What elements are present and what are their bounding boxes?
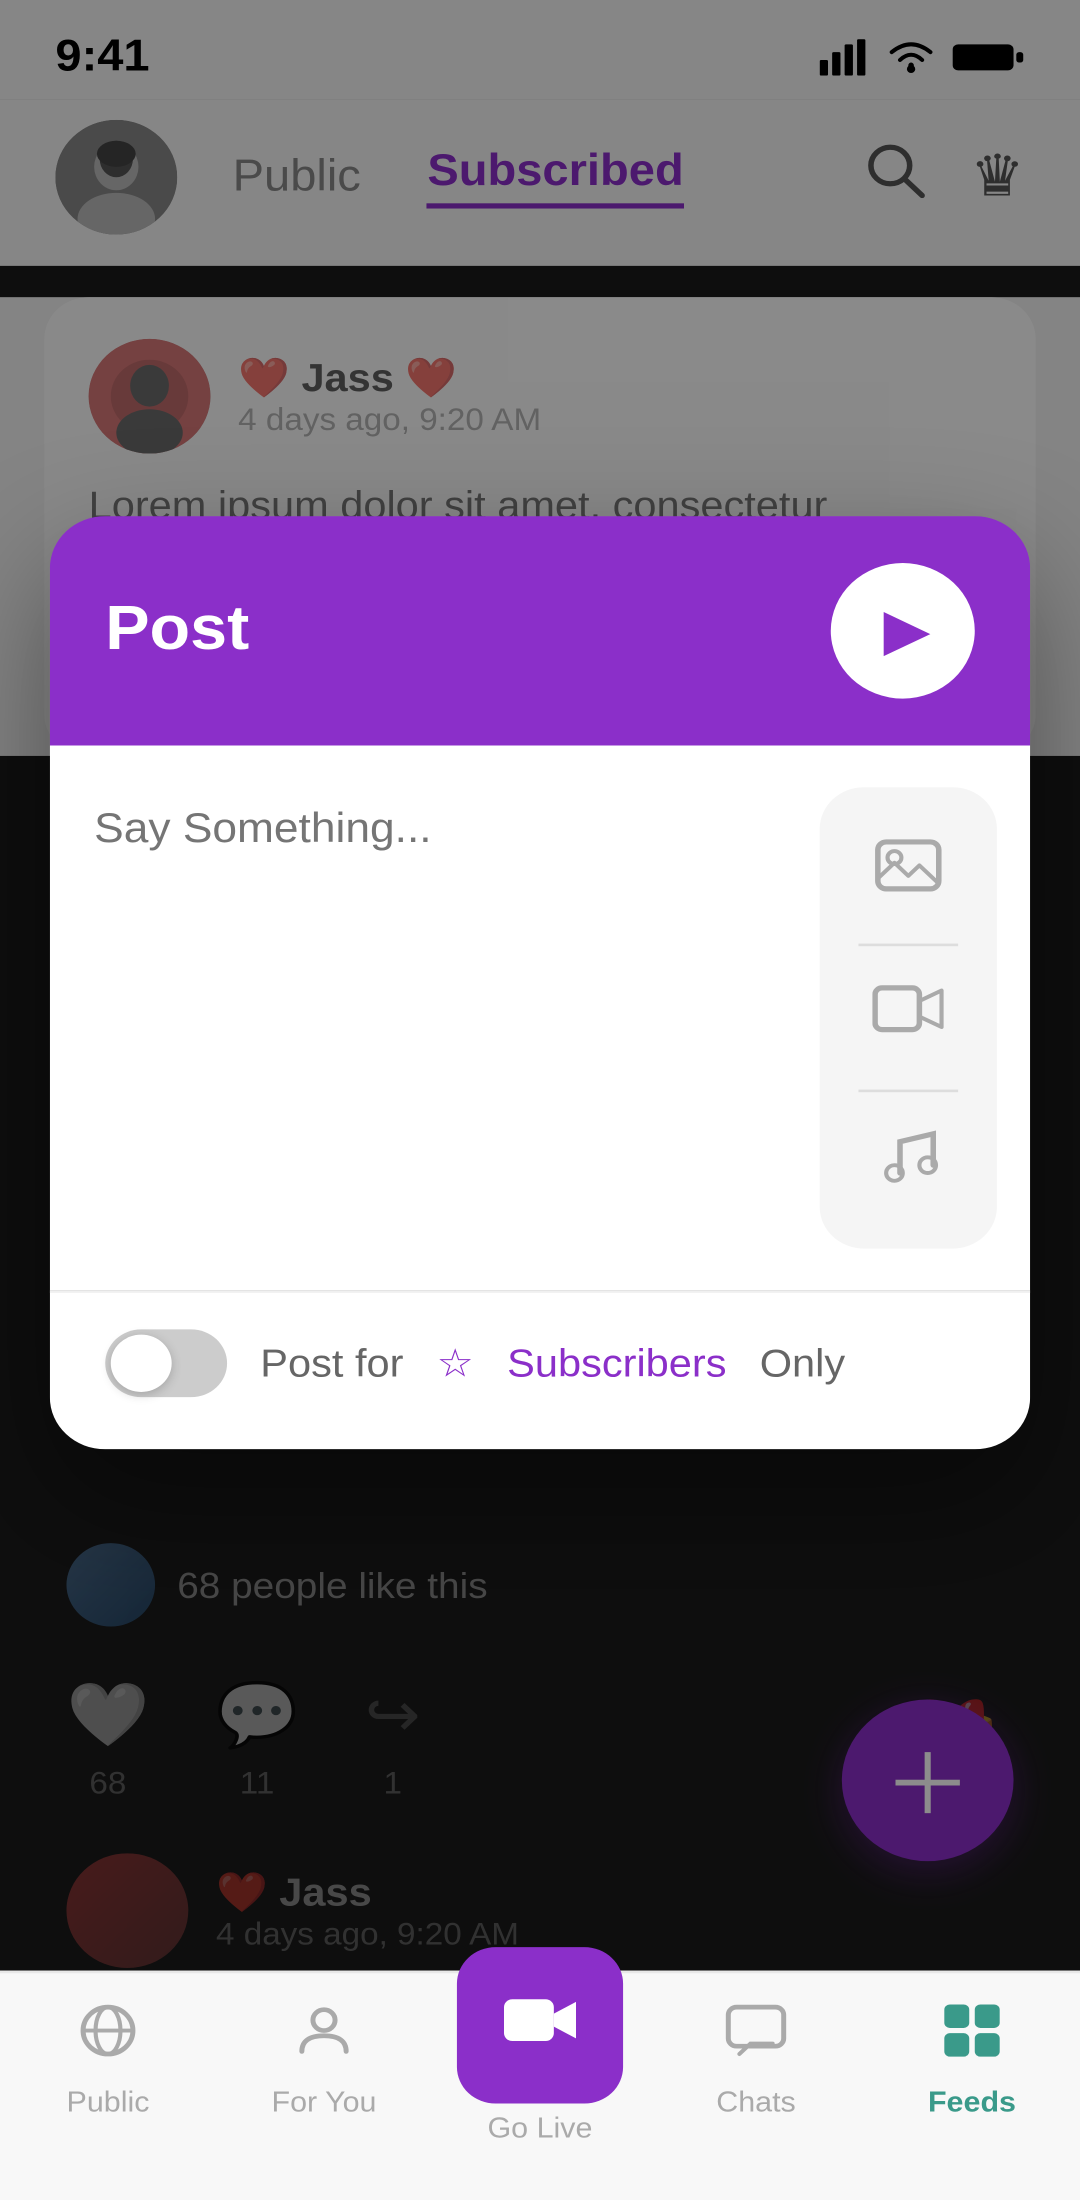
subscribers-toggle[interactable] xyxy=(105,1329,227,1397)
nav-item-feeds[interactable]: Feeds xyxy=(864,1999,1080,2119)
nav-item-golive[interactable]: Go Live xyxy=(432,1947,648,2145)
text-area-container xyxy=(50,787,820,1290)
nav-public-icon xyxy=(75,1999,141,2077)
nav-item-chats[interactable]: Chats xyxy=(648,1999,864,2119)
media-divider-1 xyxy=(858,944,958,947)
nav-item-foryou[interactable]: For You xyxy=(216,1999,432,2119)
nav-golive-label: Go Live xyxy=(487,2114,592,2145)
nav-feeds-icon xyxy=(939,1999,1005,2077)
send-button[interactable]: ▶ xyxy=(831,563,975,699)
toggle-knob xyxy=(111,1335,172,1392)
only-label: Only xyxy=(760,1341,845,1385)
send-icon: ▶ xyxy=(883,597,930,665)
nav-foryou-icon xyxy=(291,1999,357,2077)
modal-title: Post xyxy=(105,594,249,667)
nav-foryou-label: For You xyxy=(271,2088,376,2119)
modal-body xyxy=(50,745,1030,1290)
modal-header: Post ▶ xyxy=(50,516,1030,745)
golive-video-icon xyxy=(501,1985,579,2066)
bottom-nav: Public For You Go Live xyxy=(0,1971,1080,2200)
modal-footer: Post for ☆ Subscribers Only xyxy=(50,1290,1030,1449)
music-icon xyxy=(872,1122,944,1205)
image-button[interactable] xyxy=(847,815,969,930)
music-button[interactable] xyxy=(847,1106,969,1221)
nav-item-public[interactable]: Public xyxy=(0,1999,216,2119)
media-divider-2 xyxy=(858,1089,958,1092)
post-textarea[interactable] xyxy=(94,808,775,1225)
post-for-label: Post for xyxy=(260,1341,403,1385)
star-icon: ☆ xyxy=(437,1340,474,1387)
nav-feeds-label: Feeds xyxy=(928,2088,1016,2119)
nav-chats-label: Chats xyxy=(716,2088,796,2119)
media-buttons xyxy=(820,787,997,1248)
video-button[interactable] xyxy=(847,960,969,1075)
post-modal: Post ▶ xyxy=(50,516,1030,1449)
nav-chats-icon xyxy=(723,1999,789,2077)
image-icon xyxy=(872,831,944,914)
subscribers-label[interactable]: Subscribers xyxy=(507,1341,726,1385)
video-icon xyxy=(872,981,944,1054)
nav-public-label: Public xyxy=(67,2088,150,2119)
golive-button[interactable] xyxy=(457,1947,623,2103)
